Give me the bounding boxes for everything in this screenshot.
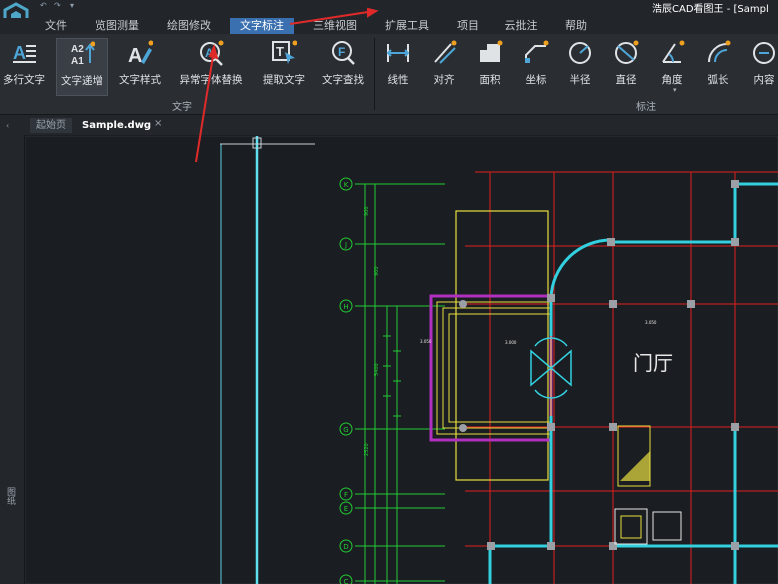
annotation-arrows	[195, 7, 379, 163]
